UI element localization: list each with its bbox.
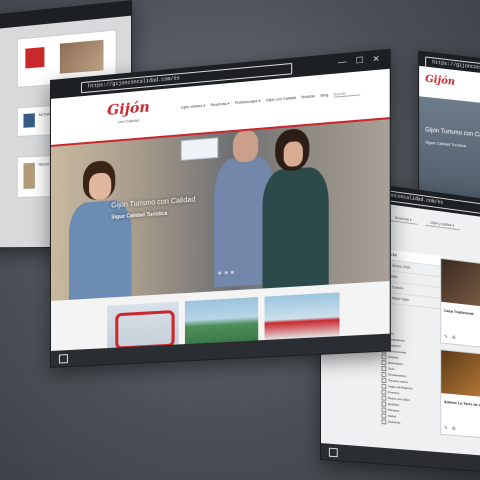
tab-cultura[interactable]: Gijón y cultura ▾ [424,218,460,231]
right-top-logo[interactable]: Gijón [425,73,455,90]
nav-item[interactable]: Reservas ▾ [211,102,230,109]
thumbnail-gijon-letters[interactable] [107,301,179,349]
card-image [441,258,480,310]
card-title: Admire La Torre de la Ícoa [444,399,480,408]
carousel-dot[interactable] [224,271,228,275]
left-item-thumb [23,113,35,128]
nav-item[interactable]: Noticias [301,94,315,100]
site-logo[interactable]: Gijón con Calidad [107,99,150,125]
result-card[interactable]: Admire La Torre de la Ícoa ✎⚙ [440,349,480,441]
left-card-image [59,39,104,74]
thumbnail-coast[interactable] [184,297,259,345]
right-top-heading: Gijón Turismo con Calidad [425,127,480,140]
main-browser-window: https://gijonconcalidad.com/es — ☐ ✕ Gij… [50,48,391,368]
carousel-dot[interactable] [230,270,234,274]
filter-item[interactable]: Sidrerías [381,418,412,426]
nav-item[interactable]: Profesionales ▾ [235,99,261,106]
checkbox[interactable] [381,418,387,425]
main-nav: Gijón Verano ▾ Reservas ▾ Profesionales … [181,90,360,111]
hero-sign [180,137,219,161]
right-top-sub: Sigue Calidad Turística [425,139,467,149]
square-icon[interactable] [58,354,68,364]
search-input[interactable]: Buscar [333,90,360,98]
nav-item[interactable]: Gijón con Calidad [266,96,296,104]
nav-item[interactable]: Blog [320,93,328,99]
settings-icon[interactable]: ⚙ [452,426,460,432]
tab-reservas[interactable]: Reservas ▾ [389,214,418,225]
person-woman-left [68,159,132,301]
result-card[interactable]: Casa Tradicional ✎⚙ [440,257,480,351]
carousel-dot[interactable] [218,271,222,275]
settings-icon[interactable]: ⚙ [452,335,460,342]
card-title: Casa Tradicional [444,307,474,316]
red-badge [25,47,45,69]
right-top-logo-text: Gijón [425,73,456,89]
card-image [441,350,480,399]
hero-banner: Gijón Turismo con Calidad Sigue Calidad … [50,119,390,301]
card-actions: ✎⚙ [444,334,460,341]
window-controls[interactable]: — ☐ ✕ [338,54,383,68]
logo-script: Gijón [107,99,150,120]
thumbnail-red-sign[interactable] [264,292,340,341]
presentation-scene: ACTIVIDADES EMPRESAS VER RESULTADOS CALE… [0,0,480,480]
left-item-thumb [23,162,35,189]
left-title-bar [0,1,132,30]
nav-item[interactable]: Gijón Verano ▾ [181,104,205,111]
right-tabs: Reservas ▾ Gijón y cultura ▾ [389,214,460,231]
right-status-bar [320,443,480,473]
square-icon[interactable] [328,447,338,458]
card-actions: ✎⚙ [444,425,460,432]
right-sidebar: Gijón En Gijón Verano 2020 Accesible Gij… [381,248,448,311]
person-woman-right [262,126,329,289]
